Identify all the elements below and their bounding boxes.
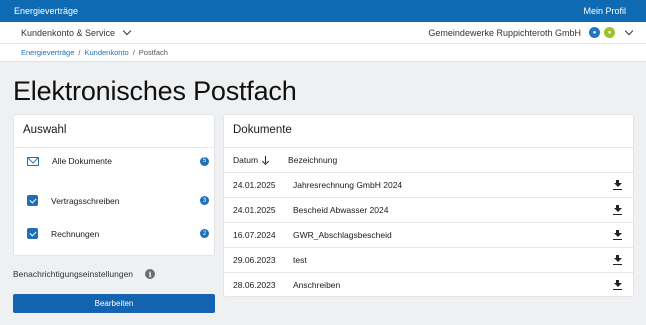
sub-navbar: Kundenkonto & Service Gemeindewerke Rupp…: [0, 22, 646, 44]
table-row[interactable]: 29.06.2023 test: [224, 247, 633, 272]
row-name: Jahresrechnung GmbH 2024: [293, 180, 403, 190]
column-date-sort[interactable]: Datum: [233, 155, 269, 165]
checkbox-checked-icon[interactable]: [27, 195, 38, 206]
download-icon[interactable]: [613, 280, 622, 290]
selection-title: Auswahl: [14, 115, 214, 148]
row-name: test: [293, 255, 307, 265]
table-header: Datum Bezeichnung: [233, 155, 337, 165]
notification-settings: Benachrichtigungseinstellungen i: [13, 269, 156, 279]
filter-label: Rechnungen: [51, 228, 100, 239]
chevron-down-icon: [624, 26, 634, 36]
download-icon[interactable]: [613, 205, 622, 215]
breadcrumb-postfach: Postfach: [138, 48, 168, 57]
table-row[interactable]: 28.06.2023 Anschreiben: [224, 272, 633, 297]
account-service-label: Kundenkonto & Service: [21, 27, 116, 38]
water-drop-icon: ●: [589, 27, 600, 38]
info-icon[interactable]: i: [145, 269, 156, 279]
table-row[interactable]: 24.01.2025 Bescheid Abwasser 2024: [224, 197, 633, 222]
breadcrumb-kundenkonto[interactable]: Kundenkonto: [84, 48, 128, 57]
filter-vertragsschreiben[interactable]: Vertragsschreiben 3: [27, 195, 209, 206]
row-date: 28.06.2023: [233, 280, 276, 290]
download-icon[interactable]: [613, 230, 622, 240]
row-date: 24.01.2025: [233, 180, 276, 190]
breadcrumb: Energieverträge / Kundenkonto / Postfach: [0, 44, 646, 62]
top-navbar: Energieverträge Mein Profil: [0, 0, 646, 22]
breadcrumb-separator: /: [78, 48, 81, 57]
edit-button[interactable]: Bearbeiten: [13, 294, 215, 313]
documents-title: Dokumente: [224, 115, 633, 148]
row-name: Anschreiben: [293, 280, 341, 290]
breadcrumb-energievertraege[interactable]: Energieverträge: [21, 48, 74, 57]
company-name: Gemeindewerke Ruppichteroth GmbH: [428, 27, 581, 38]
company-selector[interactable]: Gemeindewerke Ruppichteroth GmbH ● ●: [428, 26, 634, 38]
table-row[interactable]: 16.07.2024 GWR_Abschlagsbescheid: [224, 222, 633, 247]
filter-all-documents[interactable]: Alle Dokumente 5: [27, 156, 209, 166]
download-icon[interactable]: [613, 255, 622, 265]
documents-card: Dokumente Datum Bezeichnung 24.01.2025 J…: [223, 114, 634, 297]
chevron-down-icon: [122, 26, 132, 36]
breadcrumb-separator: /: [132, 48, 135, 57]
filter-label: Alle Dokumente: [52, 156, 113, 166]
energy-icon: ●: [604, 27, 615, 38]
nav-energievertraege[interactable]: Energieverträge: [14, 6, 78, 16]
column-date-label: Datum: [233, 155, 259, 165]
count-badge: 2: [200, 229, 209, 238]
download-icon[interactable]: [613, 180, 622, 190]
row-date: 29.06.2023: [233, 255, 276, 265]
row-date: 16.07.2024: [233, 230, 276, 240]
arrow-down-icon: [262, 155, 269, 165]
count-badge: 3: [200, 196, 209, 205]
page-title: Elektronisches Postfach: [13, 76, 297, 106]
checkbox-checked-icon[interactable]: [27, 228, 38, 239]
notification-settings-label: Benachrichtigungseinstellungen: [13, 269, 134, 279]
profile-link[interactable]: Mein Profil: [583, 6, 626, 16]
row-name: GWR_Abschlagsbescheid: [293, 230, 392, 240]
filter-label: Vertragsschreiben: [51, 195, 120, 206]
row-date: 24.01.2025: [233, 205, 276, 215]
mail-icon: [27, 156, 39, 166]
column-name-label[interactable]: Bezeichnung: [288, 155, 337, 165]
row-name: Bescheid Abwasser 2024: [293, 205, 389, 215]
count-badge: 5: [200, 156, 209, 166]
selection-card: Auswahl Alle Dokumente 5 Vertragsschreib…: [13, 114, 215, 256]
table-row[interactable]: 24.01.2025 Jahresrechnung GmbH 2024: [224, 172, 633, 197]
filter-rechnungen[interactable]: Rechnungen 2: [27, 228, 209, 239]
account-service-menu[interactable]: Kundenkonto & Service: [21, 26, 132, 38]
